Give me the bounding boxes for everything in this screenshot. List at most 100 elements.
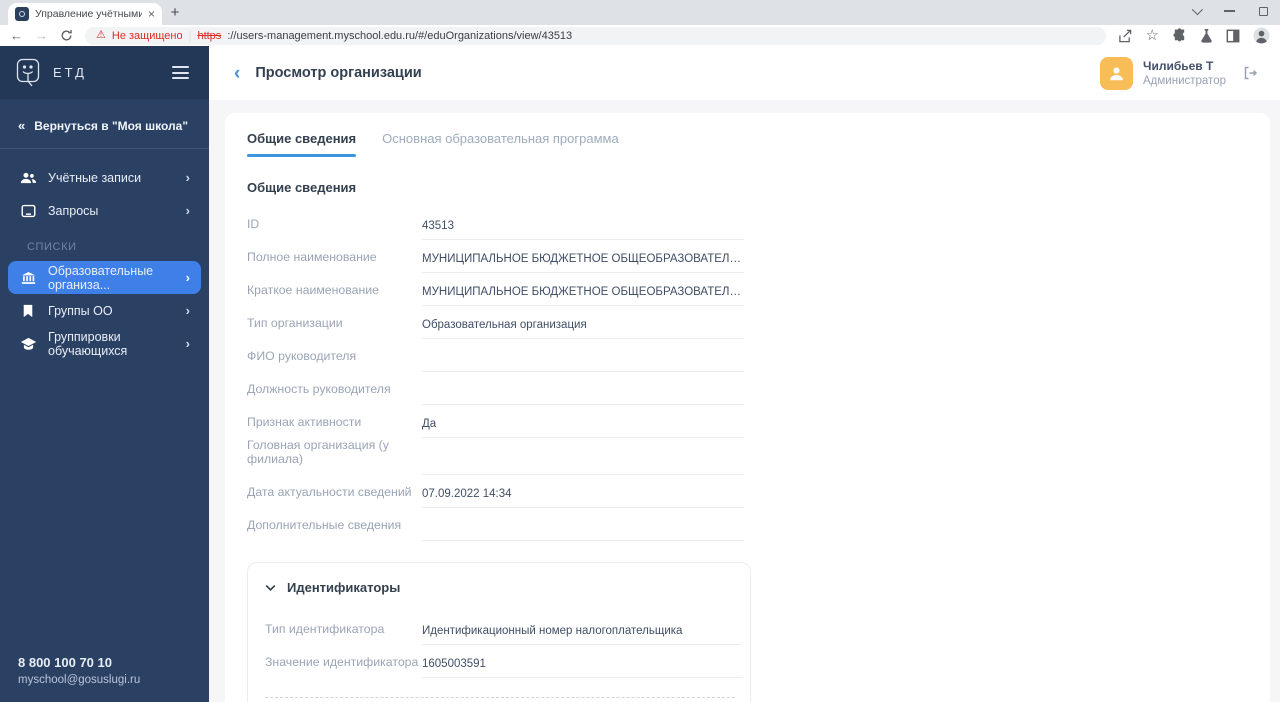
- share-icon[interactable]: [1118, 29, 1133, 43]
- field-row-head-organization: Головная организация (у филиала): [247, 438, 1248, 475]
- chevron-down-icon: [265, 584, 276, 592]
- chevron-right-icon: ›: [185, 303, 190, 318]
- field-value: МУНИЦИПАЛЬНОЕ БЮДЖЕТНОЕ ОБЩЕОБРАЗОВАТЕЛЬ…: [422, 253, 744, 273]
- field-label: ID: [247, 217, 260, 231]
- chevron-right-icon: ›: [185, 336, 190, 351]
- browser-toolbar-icons: ☆: [1118, 27, 1270, 44]
- support-phone: 8 800 100 70 10: [18, 655, 112, 670]
- tablet-icon: [19, 204, 37, 218]
- window-minimize-icon[interactable]: [1224, 10, 1235, 12]
- sidebar: ЕТД « Вернуться в "Моя школа" Учётные за…: [0, 46, 209, 702]
- sidebar-footer: 8 800 100 70 10 myschool@gosuslugi.ru: [18, 655, 140, 686]
- extension-square-icon[interactable]: [1226, 29, 1240, 43]
- people-icon: [19, 171, 37, 185]
- return-to-myschool-link[interactable]: « Вернуться в "Моя школа": [0, 99, 209, 149]
- bookmark-star-icon[interactable]: ☆: [1146, 28, 1159, 43]
- not-secure-label: Не защищено: [111, 29, 183, 42]
- fields-list: ID 43513 Полное наименование МУНИЦИПАЛЬН…: [247, 207, 1248, 541]
- sidebar-item-oo-groups[interactable]: Группы ОО ›: [8, 294, 201, 327]
- tab-bar: Общие сведения Основная образовательная …: [247, 131, 1248, 157]
- chevron-right-icon: ›: [185, 203, 190, 218]
- browser-refresh-icon[interactable]: [60, 29, 73, 42]
- bookmark-icon: [19, 304, 37, 318]
- extensions-puzzle-icon[interactable]: [1172, 28, 1187, 43]
- etd-owl-logo-icon: [16, 58, 44, 88]
- field-value: 1605003591: [422, 658, 742, 678]
- field-row-id: ID 43513: [247, 207, 1248, 240]
- field-label: Должность руководителя: [247, 382, 391, 396]
- browser-forward-icon[interactable]: →: [35, 29, 48, 42]
- site-favicon-icon: [15, 7, 29, 21]
- page-header: ‹ Просмотр организации Чилибьев Т Админи…: [209, 46, 1280, 100]
- user-name: Чилибьев Т: [1143, 59, 1214, 73]
- url-divider: |: [188, 29, 192, 42]
- field-value: [422, 524, 744, 541]
- field-row-identifier-type: Тип идентификатора Идентификационный ном…: [265, 612, 742, 645]
- field-label: Дата актуальности сведений: [247, 485, 412, 499]
- field-row-director-name: ФИО руководителя: [247, 339, 1248, 372]
- extension-flask-icon[interactable]: [1200, 28, 1213, 43]
- dashed-divider: [265, 697, 735, 698]
- organization-view-card: Общие сведения Основная образовательная …: [225, 113, 1270, 702]
- back-chevron-icon[interactable]: ‹: [234, 64, 240, 83]
- browser-back-icon[interactable]: ←: [10, 29, 23, 42]
- url-bar[interactable]: ⚠ Не защищено | https ://users-managemen…: [85, 26, 1106, 45]
- window-menu-chevron-icon[interactable]: [1191, 3, 1204, 16]
- field-row-short-name: Краткое наименование МУНИЦИПАЛЬНОЕ БЮДЖЕ…: [247, 273, 1248, 306]
- sidebar-item-label: Образовательные организа...: [48, 263, 154, 292]
- identifiers-title: Идентификаторы: [287, 580, 401, 595]
- sidebar-collapse-burger-icon[interactable]: [168, 62, 193, 83]
- field-label: Значение идентификатора: [265, 655, 419, 669]
- field-row-additional-info: Дополнительные сведения: [247, 508, 1248, 541]
- field-value: Идентификационный номер налогоплательщик…: [422, 625, 742, 645]
- identifiers-header[interactable]: Идентификаторы: [265, 580, 742, 595]
- sidebar-section-lists: СПИСКИ: [27, 241, 77, 253]
- field-label: Признак активности: [247, 415, 362, 429]
- field-row-activity-flag: Признак активности Да: [247, 405, 1248, 438]
- field-label: Тип организации: [247, 316, 343, 330]
- window-controls: [1191, 3, 1268, 19]
- field-label: Краткое наименование: [247, 283, 379, 297]
- url-text: ://users-management.myschool.edu.ru/#/ed…: [227, 29, 573, 42]
- not-secure-warning-icon: ⚠: [96, 29, 106, 41]
- browser-profile-avatar[interactable]: [1253, 27, 1270, 44]
- field-value: Образовательная организация: [422, 319, 744, 339]
- sidebar-item-requests[interactable]: Запросы ›: [8, 194, 201, 227]
- sidebar-item-edu-organizations[interactable]: Образовательные организа... ›: [8, 261, 201, 294]
- sidebar-logo-row: ЕТД: [0, 46, 209, 99]
- sidebar-item-label: Группы ОО: [48, 303, 113, 318]
- user-role: Администратор: [1143, 75, 1226, 87]
- user-block[interactable]: Чилибьев Т Администратор: [1100, 56, 1226, 90]
- field-label: Головная организация (у филиала): [247, 438, 389, 466]
- browser-tab-strip: Управление учётными записям × +: [0, 0, 1280, 25]
- new-tab-button[interactable]: +: [162, 3, 188, 25]
- field-row-actuality-date: Дата актуальности сведений 07.09.2022 14…: [247, 475, 1248, 508]
- bank-icon: [19, 271, 37, 285]
- tab-main-edu-program[interactable]: Основная образовательная программа: [382, 131, 619, 157]
- tab-title: Управление учётными записям: [35, 8, 142, 20]
- support-email: myschool@gosuslugi.ru: [18, 674, 141, 686]
- tab-general-info[interactable]: Общие сведения: [247, 131, 357, 157]
- graduation-cap-icon: [19, 337, 37, 351]
- sidebar-item-label: Учётные записи: [48, 170, 142, 185]
- field-value: [422, 355, 744, 372]
- field-row-director-position: Должность руководителя: [247, 372, 1248, 405]
- tab-close-icon[interactable]: ×: [148, 8, 155, 20]
- browser-tab[interactable]: Управление учётными записям ×: [8, 3, 162, 25]
- url-scheme: https: [197, 29, 222, 42]
- field-value: МУНИЦИПАЛЬНОЕ БЮДЖЕТНОЕ ОБЩЕОБРАЗОВАТЕЛЬ…: [422, 286, 744, 306]
- field-value: 07.09.2022 14:34: [422, 488, 744, 508]
- field-label: Полное наименование: [247, 250, 377, 264]
- sidebar-item-accounts[interactable]: Учётные записи ›: [8, 161, 201, 194]
- field-value: Да: [422, 418, 744, 438]
- sidebar-item-student-groupings[interactable]: Группировки обучающихся ›: [8, 327, 201, 360]
- field-label: ФИО руководителя: [247, 349, 357, 363]
- window-restore-icon[interactable]: [1259, 6, 1268, 16]
- browser-address-bar: ← → ⚠ Не защищено | https ://users-manag…: [0, 25, 1280, 46]
- double-chevron-left-icon: «: [18, 118, 26, 133]
- user-avatar: [1100, 56, 1134, 90]
- logout-icon[interactable]: [1242, 65, 1258, 81]
- field-value: 43513: [422, 220, 744, 240]
- field-value: [422, 388, 744, 405]
- field-row-org-type: Тип организации Образовательная организа…: [247, 306, 1248, 339]
